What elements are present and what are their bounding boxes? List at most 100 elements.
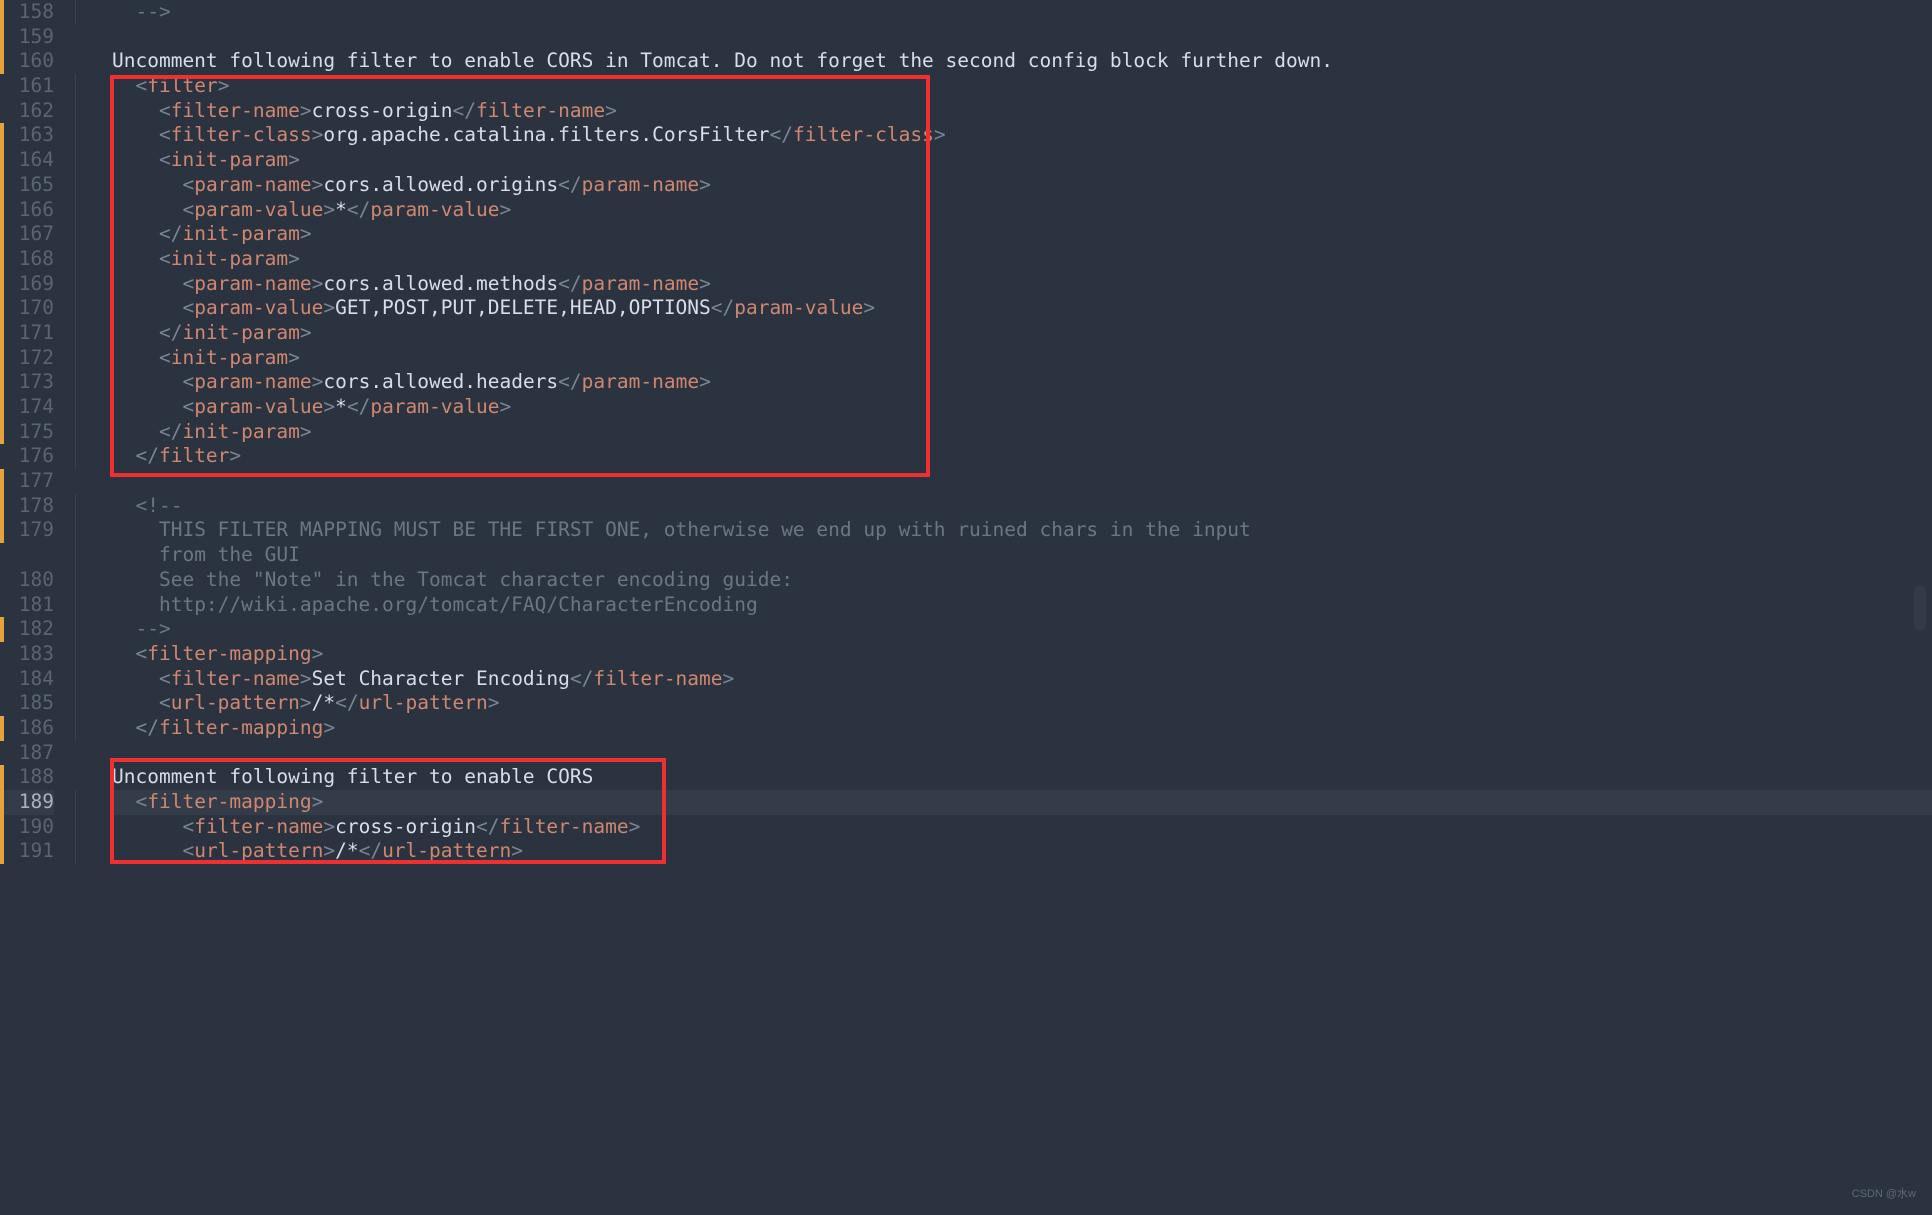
xml-punct: < [159, 148, 171, 171]
xml-text: Uncomment following filter to enable COR… [112, 765, 593, 788]
code-line[interactable]: http://wiki.apache.org/tomcat/FAQ/Charac… [112, 593, 1932, 618]
code-line[interactable]: <init-param> [112, 148, 1932, 173]
code-line[interactable]: </filter> [112, 444, 1932, 469]
line-number: 169 [0, 272, 54, 297]
code-line[interactable]: <param-name>cors.allowed.headers</param-… [112, 370, 1932, 395]
xml-tag: param-value [370, 198, 499, 221]
code-line[interactable] [112, 25, 1932, 50]
xml-text: * [335, 395, 347, 418]
xml-punct: > [312, 272, 324, 295]
code-line[interactable]: from the GUI [112, 543, 1932, 568]
xml-punct: < [182, 173, 194, 196]
line-number: 170 [0, 296, 54, 321]
code-line[interactable]: Uncomment following filter to enable COR… [112, 49, 1932, 74]
xml-punct: > [511, 839, 523, 862]
code-line[interactable]: <init-param> [112, 247, 1932, 272]
code-editor[interactable]: 1581591601611621631641651661671681691701… [0, 0, 1932, 1215]
xml-punct: > [300, 420, 312, 443]
xml-tag: init-param [182, 222, 299, 245]
line-number: 171 [0, 321, 54, 346]
line-number: 188 [0, 765, 54, 790]
line-number: 162 [0, 99, 54, 124]
code-line[interactable]: THIS FILTER MAPPING MUST BE THE FIRST ON… [112, 518, 1932, 543]
code-line[interactable]: <param-value>*</param-value> [112, 198, 1932, 223]
code-line[interactable]: --> [112, 0, 1932, 25]
xml-comment: See the "Note" in the Tomcat character e… [159, 568, 793, 591]
xml-punct: < [159, 123, 171, 146]
line-number: 163 [0, 123, 54, 148]
code-line[interactable]: <filter-class>org.apache.catalina.filter… [112, 123, 1932, 148]
code-line[interactable]: <param-value>*</param-value> [112, 395, 1932, 420]
code-line[interactable]: <param-name>cors.allowed.methods</param-… [112, 272, 1932, 297]
watermark: CSDN @水w [1852, 1182, 1916, 1207]
code-line[interactable]: Uncomment following filter to enable COR… [112, 765, 1932, 790]
code-line[interactable]: <filter-mapping> [112, 790, 1932, 815]
xml-tag: init-param [182, 321, 299, 344]
code-line[interactable]: <filter-name>Set Character Encoding</fil… [112, 667, 1932, 692]
xml-punct: > [488, 691, 500, 714]
code-line[interactable]: </init-param> [112, 321, 1932, 346]
xml-punct: > [300, 691, 312, 714]
xml-tag: param-name [582, 272, 699, 295]
xml-comment: --> [135, 0, 170, 23]
xml-punct: </ [335, 691, 358, 714]
code-line[interactable]: See the "Note" in the Tomcat character e… [112, 568, 1932, 593]
line-number: 158 [0, 0, 54, 25]
line-number: 181 [0, 593, 54, 618]
xml-tag: init-param [182, 420, 299, 443]
xml-punct: > [934, 123, 946, 146]
xml-tag: param-name [582, 370, 699, 393]
xml-punct: > [699, 370, 711, 393]
code-line[interactable]: </filter-mapping> [112, 716, 1932, 741]
code-area[interactable]: --> Uncomment following filter to enable … [72, 0, 1932, 1215]
code-line[interactable]: <url-pattern>/*</url-pattern> [112, 839, 1932, 864]
xml-tag: init-param [171, 346, 288, 369]
xml-tag: url-pattern [171, 691, 300, 714]
xml-punct: < [182, 815, 194, 838]
line-number: 178 [0, 494, 54, 519]
line-number: 165 [0, 173, 54, 198]
xml-punct: > [323, 815, 335, 838]
xml-punct: > [288, 148, 300, 171]
code-line[interactable]: <filter-name>cross-origin</filter-name> [112, 815, 1932, 840]
xml-text: cors.allowed.origins [323, 173, 558, 196]
xml-punct: </ [558, 370, 581, 393]
xml-tag: init-param [171, 247, 288, 270]
xml-tag: param-name [582, 173, 699, 196]
xml-text: cross-origin [335, 815, 476, 838]
xml-punct: > [499, 395, 511, 418]
line-number: 185 [0, 691, 54, 716]
code-line[interactable]: </init-param> [112, 420, 1932, 445]
xml-comment: <!-- [135, 494, 182, 517]
code-line[interactable]: </init-param> [112, 222, 1932, 247]
xml-punct: > [723, 667, 735, 690]
xml-tag: param-value [370, 395, 499, 418]
xml-text: cors.allowed.headers [323, 370, 558, 393]
xml-punct: > [323, 839, 335, 862]
code-line[interactable]: <init-param> [112, 346, 1932, 371]
code-line[interactable]: <param-value>GET,POST,PUT,DELETE,HEAD,OP… [112, 296, 1932, 321]
code-line[interactable]: --> [112, 617, 1932, 642]
xml-punct: < [182, 839, 194, 862]
xml-punct: > [323, 198, 335, 221]
xml-punct: </ [135, 716, 158, 739]
line-number: 172 [0, 346, 54, 371]
code-line[interactable]: <filter> [112, 74, 1932, 99]
xml-punct: </ [359, 839, 382, 862]
line-number: 175 [0, 420, 54, 445]
code-line[interactable]: <param-name>cors.allowed.origins</param-… [112, 173, 1932, 198]
line-number: 191 [0, 839, 54, 864]
line-number: 174 [0, 395, 54, 420]
xml-punct: > [323, 296, 335, 319]
code-line[interactable] [112, 741, 1932, 766]
code-line[interactable] [112, 469, 1932, 494]
xml-tag: filter-name [171, 667, 300, 690]
xml-punct: > [312, 173, 324, 196]
code-line[interactable]: <filter-name>cross-origin</filter-name> [112, 99, 1932, 124]
xml-punct: < [159, 691, 171, 714]
code-line[interactable]: <!-- [112, 494, 1932, 519]
xml-punct: </ [570, 667, 593, 690]
code-line[interactable]: <filter-mapping> [112, 642, 1932, 667]
xml-punct: < [159, 99, 171, 122]
code-line[interactable]: <url-pattern>/*</url-pattern> [112, 691, 1932, 716]
